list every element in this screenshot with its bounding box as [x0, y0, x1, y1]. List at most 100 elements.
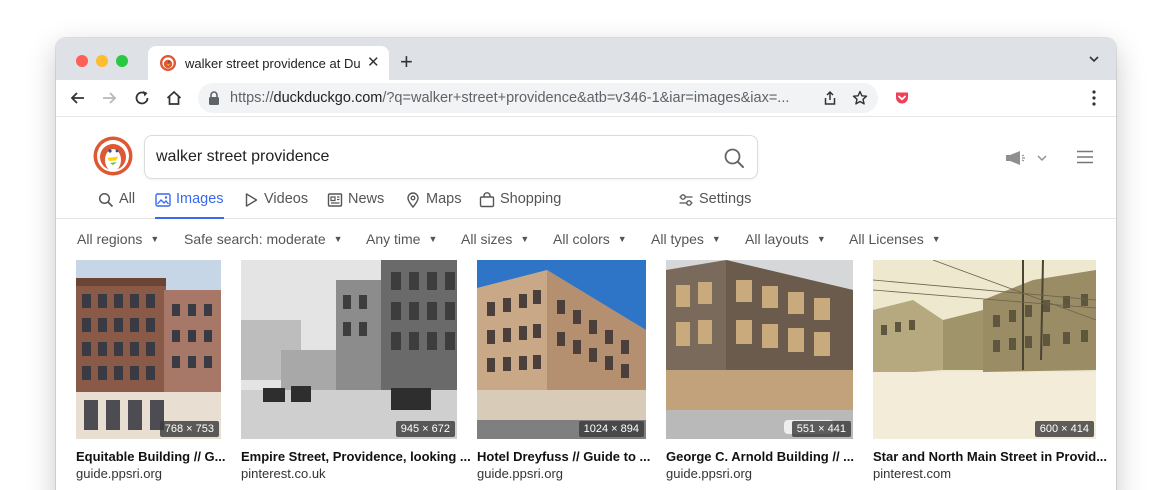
image-dimensions-badge: 600 × 414 — [1034, 421, 1094, 437]
image-result-source[interactable]: pinterest.co.uk — [241, 466, 326, 481]
image-thumbnail[interactable]: 945 × 672 — [241, 260, 457, 439]
tab-title: walker street providence at Du — [185, 56, 360, 71]
hamburger-menu-icon[interactable] — [1076, 150, 1094, 164]
filter-time-dropdown[interactable]: Any time ▼ — [366, 231, 437, 247]
image-result-source[interactable]: guide.ppsri.org — [666, 466, 752, 481]
street-photo-image — [241, 260, 457, 439]
search-query-text[interactable]: walker street providence — [156, 148, 329, 166]
filter-label: Any time — [366, 231, 421, 247]
image-thumbnail[interactable]: 1024 × 894 — [477, 260, 646, 439]
filter-label: All types — [651, 231, 704, 247]
new-tab-button[interactable]: + — [400, 50, 413, 74]
tab-maps[interactable]: Maps — [405, 191, 461, 219]
search-icon — [98, 192, 114, 208]
dropdown-caret-icon: ▼ — [520, 234, 530, 244]
shopping-bag-icon — [479, 192, 495, 208]
image-result-title[interactable]: Hotel Dreyfuss // Guide to ... — [477, 449, 650, 464]
tab-strip: walker street providence at Du ✕ + — [56, 38, 1116, 80]
zoom-window-button[interactable] — [116, 55, 128, 67]
dropdown-caret-icon: ▼ — [333, 234, 343, 244]
image-result-source[interactable]: pinterest.com — [873, 466, 951, 481]
filter-regions-dropdown[interactable]: All regions ▼ — [77, 231, 159, 247]
play-icon — [245, 193, 258, 207]
duckduckgo-logo-icon[interactable] — [93, 136, 133, 176]
bookmark-star-icon[interactable] — [852, 90, 868, 106]
tab-all-label: All — [119, 191, 136, 207]
back-arrow-icon[interactable] — [68, 88, 88, 108]
address-bar[interactable]: https://duckduckgo.com/?q=walker+street+… — [198, 83, 878, 113]
filter-label: All colors — [553, 231, 610, 247]
newspaper-icon — [327, 193, 343, 207]
image-dimensions-badge: 945 × 672 — [395, 421, 455, 437]
dropdown-caret-icon: ▼ — [617, 234, 627, 244]
filter-colors-dropdown[interactable]: All colors ▼ — [553, 231, 627, 247]
tab-images-label: Images — [176, 191, 224, 207]
tab-shopping-label: Shopping — [500, 191, 562, 207]
filter-layouts-dropdown[interactable]: All layouts ▼ — [745, 231, 826, 247]
tab-images[interactable]: Images — [155, 191, 224, 219]
dropdown-caret-icon: ▼ — [428, 234, 438, 244]
url-path: /?q=walker+street+providence&atb=v346-1&… — [382, 90, 790, 106]
filter-label: Safe search: moderate — [184, 231, 326, 247]
megaphone-icon[interactable] — [1004, 150, 1048, 166]
tab-shopping[interactable]: Shopping — [479, 191, 561, 219]
image-result-source[interactable]: guide.ppsri.org — [76, 466, 162, 481]
duckduckgo-favicon-icon — [160, 55, 176, 71]
image-results-grid: 768 × 753 Equitable Building // G... gui… — [56, 260, 1116, 490]
tab-news[interactable]: News — [327, 191, 384, 219]
building-photo-image — [76, 260, 221, 439]
dropdown-caret-icon: ▼ — [816, 234, 826, 244]
lock-icon[interactable] — [208, 91, 220, 105]
image-dimensions-badge: 768 × 753 — [159, 421, 219, 437]
url-scheme: https:// — [230, 90, 274, 106]
image-thumbnail[interactable]: 551 × 441 — [666, 260, 853, 439]
tab-videos-label: Videos — [264, 191, 309, 207]
filter-label: All Licenses — [849, 231, 924, 247]
filter-label: All layouts — [745, 231, 809, 247]
tab-news-label: News — [348, 191, 385, 207]
forward-arrow-icon[interactable] — [99, 88, 119, 108]
historic-street-photo-image — [873, 260, 1096, 439]
image-result-source[interactable]: guide.ppsri.org — [477, 466, 563, 481]
share-icon[interactable] — [822, 90, 838, 106]
close-tab-button[interactable]: ✕ — [367, 55, 380, 71]
image-dimensions-badge: 551 × 441 — [791, 421, 851, 437]
image-result-title[interactable]: George C. Arnold Building // ... — [666, 449, 854, 464]
search-results-page: walker street providence All Images Vide… — [56, 116, 1116, 490]
browser-menu-icon[interactable] — [1086, 88, 1102, 108]
image-filters-bar: All regions ▼ Safe search: moderate ▼ Any … — [56, 229, 1116, 251]
browser-tab-active[interactable]: walker street providence at Du ✕ — [148, 46, 389, 80]
search-icon[interactable] — [723, 147, 745, 169]
image-thumbnail[interactable]: 600 × 414 — [873, 260, 1096, 439]
filter-licenses-dropdown[interactable]: All Licenses ▼ — [849, 231, 941, 247]
tab-all[interactable]: All — [98, 191, 135, 219]
image-thumbnail[interactable]: 768 × 753 — [76, 260, 221, 439]
search-input[interactable]: walker street providence — [144, 135, 758, 179]
home-icon[interactable] — [164, 88, 184, 108]
tab-search-chevron-icon[interactable] — [1088, 53, 1100, 65]
arnold-building-photo-image — [666, 260, 853, 439]
url-host: duckduckgo.com — [273, 90, 383, 106]
tab-settings[interactable]: Settings — [678, 191, 751, 219]
url-text[interactable]: https://duckduckgo.com/?q=walker+street+… — [230, 90, 815, 106]
browser-window: walker street providence at Du ✕ + https… — [56, 38, 1116, 490]
tab-maps-label: Maps — [426, 191, 462, 207]
image-result-title[interactable]: Star and North Main Street in Provid... — [873, 449, 1107, 464]
map-pin-icon — [407, 192, 419, 208]
image-result-title[interactable]: Empire Street, Providence, looking ... — [241, 449, 471, 464]
filter-types-dropdown[interactable]: All types ▼ — [651, 231, 721, 247]
minimize-window-button[interactable] — [96, 55, 108, 67]
close-window-button[interactable] — [76, 55, 88, 67]
hotel-photo-image — [477, 260, 646, 439]
filter-safe-search-dropdown[interactable]: Safe search: moderate ▼ — [184, 231, 343, 247]
dropdown-caret-icon: ▼ — [711, 234, 721, 244]
image-dimensions-badge: 1024 × 894 — [578, 421, 644, 437]
filter-label: All regions — [77, 231, 143, 247]
tab-videos[interactable]: Videos — [243, 191, 308, 219]
reload-icon[interactable] — [132, 88, 152, 108]
dropdown-caret-icon: ▼ — [931, 234, 941, 244]
image-result-title[interactable]: Equitable Building // G... — [76, 449, 226, 464]
filter-sizes-dropdown[interactable]: All sizes ▼ — [461, 231, 529, 247]
settings-sliders-icon — [679, 194, 693, 206]
pocket-icon[interactable] — [894, 90, 910, 106]
